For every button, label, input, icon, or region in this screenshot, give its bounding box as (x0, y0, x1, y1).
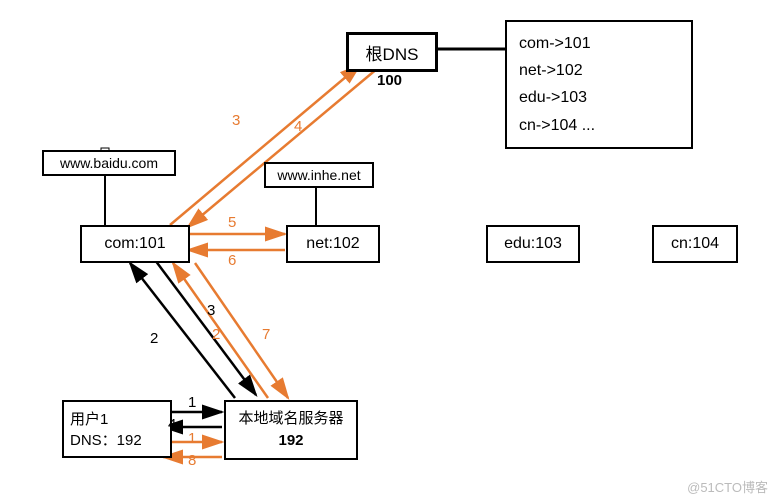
map-line-3: edu->103 (519, 84, 679, 111)
step-o2: 2 (212, 326, 220, 343)
local-name: 本地域名服务器 (238, 408, 343, 431)
node-net: net:102 (286, 225, 380, 263)
step-o1: 1 (188, 430, 196, 447)
node-user: 用户1 DNS：192 (62, 400, 172, 458)
node-inhe: www.inhe.net (264, 162, 374, 188)
arrow-orange-3 (170, 65, 360, 225)
map-line-1: com->101 (519, 30, 679, 57)
map-line-4: cn->104 ... (519, 112, 679, 139)
step-o7: 7 (262, 326, 270, 343)
node-com: com:101 (80, 225, 190, 263)
step-o6: 6 (228, 252, 236, 269)
node-root-dns: 根DNS (346, 32, 438, 72)
step-b1: 1 (188, 394, 196, 411)
local-ip: 192 (278, 430, 303, 453)
arrow-orange-4 (188, 68, 378, 227)
watermark: @51CTO博客 (687, 477, 768, 496)
node-baidu: www.baidu.com (42, 150, 176, 176)
step-o4: 4 (294, 118, 302, 135)
step-o8: 8 (188, 452, 196, 469)
node-edu: edu:103 (486, 225, 580, 263)
step-o3: 3 (232, 112, 240, 129)
root-ip-label: 100 (377, 72, 402, 89)
step-b3: 3 (207, 302, 215, 319)
map-line-2: net->102 (519, 57, 679, 84)
step-o5: 5 (228, 214, 236, 231)
node-local: 本地域名服务器 192 (224, 400, 358, 460)
root-map-box: com->101 net->102 edu->103 cn->104 ... (505, 20, 693, 149)
step-b2: 2 (150, 330, 158, 347)
step-b4: 4 (168, 416, 176, 433)
node-cn: cn:104 (652, 225, 738, 263)
